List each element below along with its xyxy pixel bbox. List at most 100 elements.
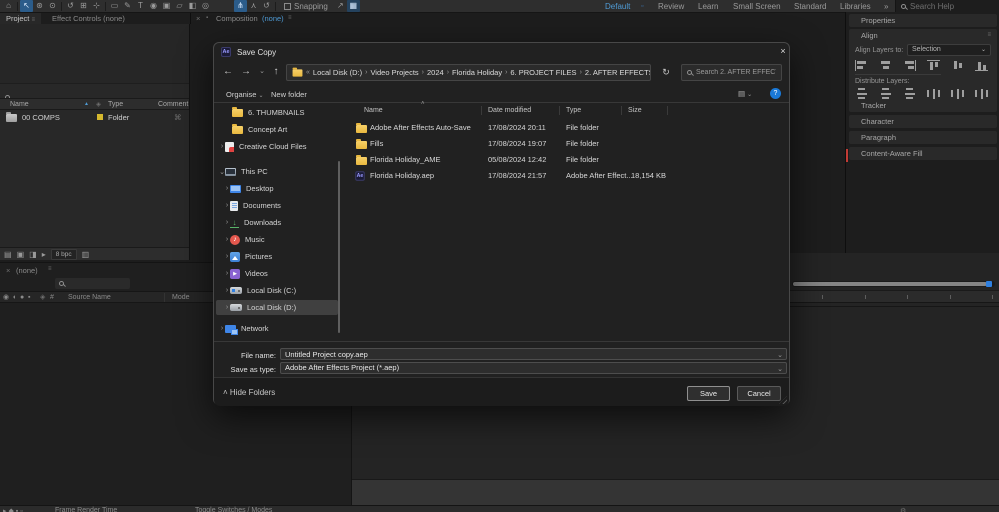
selection-tool-icon[interactable]: ↖ — [20, 0, 33, 12]
home-icon[interactable]: ⌂ — [2, 0, 15, 12]
breadcrumb-segment[interactable]: Local Disk (D:) — [313, 68, 362, 77]
sidebar-item-concept-art[interactable]: Concept Art — [214, 121, 343, 138]
timeline-tab-label[interactable]: (none) — [16, 266, 38, 275]
label-column-icon[interactable]: ◈ — [96, 99, 101, 110]
align-bottom-icon[interactable] — [975, 60, 988, 71]
clone-stamp-tool-icon[interactable]: ▣ — [160, 0, 173, 12]
trash-icon[interactable]: ▥ — [82, 250, 90, 259]
distribute-bottom-icon[interactable] — [903, 88, 916, 99]
align-right-icon[interactable] — [903, 60, 916, 71]
align-left-icon[interactable] — [855, 60, 868, 71]
project-settings-icon[interactable]: ▸ — [42, 250, 46, 259]
breadcrumb[interactable]: « Local Disk (D:) › Video Projects › 202… — [286, 64, 651, 81]
cancel-button[interactable]: Cancel — [737, 386, 781, 401]
pen-tool-icon[interactable]: ✎ — [121, 0, 134, 12]
file-row[interactable]: Adobe After Effects Auto-Save 17/08/2024… — [346, 120, 786, 136]
panel-align-header[interactable]: Align — [861, 29, 878, 42]
roto-brush-tool-icon[interactable]: ◧ — [186, 0, 199, 12]
column-type[interactable]: Type — [108, 99, 123, 110]
local-axis-icon[interactable]: ⋔ — [234, 0, 247, 12]
audio-icon[interactable]: ◖ — [12, 292, 16, 303]
tab-composition[interactable]: Composition — [216, 13, 258, 24]
column-name[interactable]: Name — [364, 107, 383, 114]
sidebar-item-local-disk-d[interactable]: › Local Disk (D:) — [214, 299, 343, 316]
hide-folders-button[interactable]: ˄ Hide Folders — [223, 388, 275, 397]
align-to-select[interactable]: Selection ⌄ — [907, 44, 991, 56]
panel-character[interactable]: Character — [849, 115, 997, 128]
zoom-fit-icon[interactable]: ↗ — [334, 0, 347, 12]
column-name[interactable]: Name — [10, 99, 29, 110]
timeline-zoom-handle[interactable] — [986, 281, 992, 287]
project-item-name[interactable]: 00 COMPS — [22, 111, 60, 124]
sidebar-item-desktop[interactable]: › Desktop — [214, 180, 343, 197]
distribute-right-icon[interactable] — [975, 88, 988, 99]
align-center-h-icon[interactable] — [879, 60, 892, 71]
puppet-tool-icon[interactable]: ◎ — [199, 0, 212, 12]
workspace-default[interactable]: Default — [605, 2, 630, 11]
eraser-tool-icon[interactable]: ▱ — [173, 0, 186, 12]
brush-tool-icon[interactable]: ◉ — [147, 0, 160, 12]
source-name-column[interactable]: Source Name — [68, 292, 111, 303]
tree-scrollbar[interactable] — [338, 161, 340, 333]
workspace-shared-icon[interactable]: ▫ — [641, 3, 643, 10]
distribute-top-icon[interactable] — [855, 88, 868, 99]
save-as-type-select[interactable]: Adobe After Effects Project (*.aep) — [280, 362, 787, 374]
new-composition-icon[interactable]: ◨ — [29, 250, 37, 259]
hand-tool-icon[interactable]: ⊛ — [33, 0, 46, 12]
shape-tool-icon[interactable]: ▭ — [108, 0, 121, 12]
workspace-learn[interactable]: Learn — [698, 2, 718, 11]
column-type[interactable]: Type — [566, 107, 581, 114]
workspace-review[interactable]: Review — [658, 2, 684, 11]
timeline-ruler[interactable] — [790, 290, 999, 303]
view-options-button[interactable]: ▤ ⌄ — [738, 89, 752, 98]
panel-content-aware-fill[interactable]: Content-Aware Fill — [849, 147, 997, 160]
panel-menu-icon[interactable]: ≡ — [48, 266, 52, 272]
sidebar-item-local-disk-c[interactable]: › Local Disk (C:) — [214, 282, 343, 299]
mode-column[interactable]: Mode — [172, 292, 190, 303]
workspace-small-screen[interactable]: Small Screen — [733, 2, 781, 11]
close-icon[interactable]: × — [6, 266, 10, 275]
sidebar-item-documents[interactable]: › Documents — [214, 197, 343, 214]
file-row[interactable]: Florida Holiday_AME 05/08/2024 12:42 Fil… — [346, 152, 786, 168]
breadcrumb-segment[interactable]: Video Projects — [370, 68, 418, 77]
align-center-v-icon[interactable] — [951, 60, 964, 71]
status-icons[interactable]: ▸ ◆ ▪ ▫ — [3, 507, 23, 512]
solo-icon[interactable]: ● — [20, 292, 24, 303]
new-folder-button[interactable]: New folder — [271, 90, 307, 99]
interpret-footage-icon[interactable]: ▤ — [4, 250, 12, 259]
type-tool-icon[interactable]: T — [134, 0, 147, 12]
video-visibility-icon[interactable]: ◉ — [3, 292, 9, 303]
search-help-input[interactable] — [910, 1, 990, 11]
close-button[interactable]: × — [776, 43, 790, 61]
world-axis-icon[interactable]: ⋏ — [247, 0, 260, 12]
sidebar-item-creative-cloud[interactable]: › Creative Cloud Files — [214, 138, 343, 155]
distribute-center-v-icon[interactable] — [879, 88, 892, 99]
zoom-tool-icon[interactable]: ⊙ — [46, 0, 59, 12]
sidebar-item-videos[interactable]: › Videos — [214, 265, 343, 282]
project-item-row[interactable]: 00 COMPS Folder ⌘ — [0, 111, 189, 124]
sidebar-item-music[interactable]: › Music — [214, 231, 343, 248]
panel-paragraph[interactable]: Paragraph — [849, 131, 997, 144]
sidebar-item-thumbnails[interactable]: 6. THUMBNAILS — [214, 104, 343, 121]
sidebar-item-this-pc[interactable]: ⌄ This PC — [214, 163, 343, 180]
file-row[interactable]: Fills 17/08/2024 19:07 File folder — [346, 136, 786, 152]
panel-tracker[interactable]: Tracker — [849, 99, 997, 112]
align-top-icon[interactable] — [927, 60, 940, 71]
up-button[interactable]: ↑ — [268, 63, 284, 81]
workspace-overflow-icon[interactable]: » — [884, 2, 888, 11]
refresh-button[interactable]: ↻ — [658, 64, 674, 81]
forward-button[interactable]: → — [238, 63, 254, 81]
sidebar-item-downloads[interactable]: › ↓ Downloads — [214, 214, 343, 231]
help-button[interactable]: ? — [770, 88, 781, 99]
panel-properties[interactable]: Properties — [849, 14, 997, 27]
tab-project[interactable]: Project ≡ — [0, 13, 41, 24]
label-color-swatch[interactable] — [97, 114, 103, 120]
panel-menu-icon[interactable]: ≡ — [987, 29, 991, 42]
new-folder-icon[interactable]: ▣ — [17, 250, 25, 259]
organise-button[interactable]: Organise ⌄ — [226, 90, 264, 99]
column-date-modified[interactable]: Date modified — [488, 107, 531, 114]
sidebar-item-network[interactable]: › Network — [214, 320, 343, 337]
column-size[interactable]: Size — [628, 107, 642, 114]
lock-icon[interactable]: ▪ — [28, 292, 30, 303]
orbit-tool-icon[interactable]: ↺ — [64, 0, 77, 12]
